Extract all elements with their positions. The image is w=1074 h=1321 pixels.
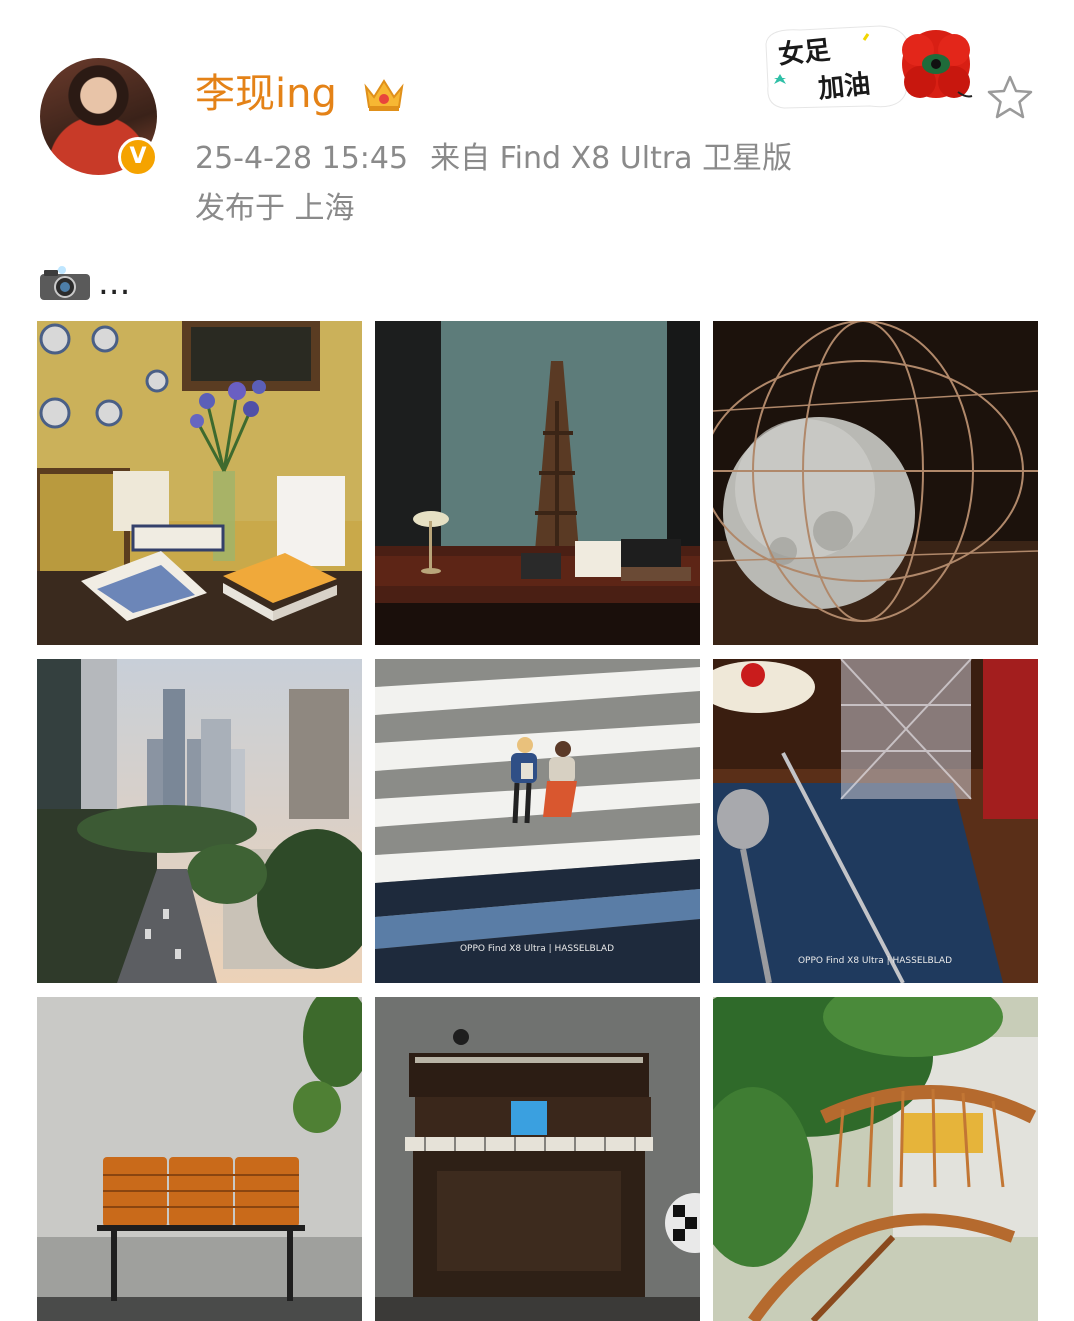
photo-city-skyline[interactable] bbox=[37, 659, 362, 983]
timestamp: 25-4-28 15:45 bbox=[195, 141, 409, 176]
watermark-5: OPPO Find X8 Ultra | HASSELBLAD bbox=[460, 944, 614, 954]
photo-glass-spoon[interactable]: OPPO Find X8 Ultra | HASSELBLAD bbox=[713, 659, 1038, 983]
sticker-text-1: 女足 bbox=[776, 35, 832, 71]
post-meta: 25-4-28 15:45 来自 Find X8 Ultra 卫星版 bbox=[195, 138, 792, 180]
camera-flash-emoji bbox=[40, 266, 90, 300]
watermark-6: OPPO Find X8 Ultra | HASSELBLAD bbox=[798, 956, 952, 966]
location[interactable]: 发布于 上海 bbox=[195, 188, 355, 230]
crown-icon bbox=[364, 79, 404, 111]
photo-interior-books[interactable] bbox=[37, 321, 362, 645]
favorite-star-icon[interactable] bbox=[986, 74, 1034, 120]
flower-sticker bbox=[902, 30, 973, 98]
photo-tree-balcony[interactable] bbox=[713, 997, 1038, 1321]
source-device[interactable]: 来自 Find X8 Ultra 卫星版 bbox=[430, 141, 792, 176]
photo-piano[interactable] bbox=[375, 997, 700, 1321]
photo-desk-lamp[interactable] bbox=[375, 321, 700, 645]
photo-crosswalk[interactable]: OPPO Find X8 Ultra | HASSELBLAD bbox=[375, 659, 700, 983]
username[interactable]: 李现ing bbox=[195, 68, 337, 120]
post-text: ... bbox=[38, 258, 130, 308]
photo-globe[interactable] bbox=[713, 321, 1038, 645]
photo-bench[interactable] bbox=[37, 997, 362, 1321]
verified-v-icon: V bbox=[118, 137, 158, 177]
sticker-text-2: 加油 bbox=[816, 69, 872, 105]
post-body: ... bbox=[98, 263, 131, 303]
